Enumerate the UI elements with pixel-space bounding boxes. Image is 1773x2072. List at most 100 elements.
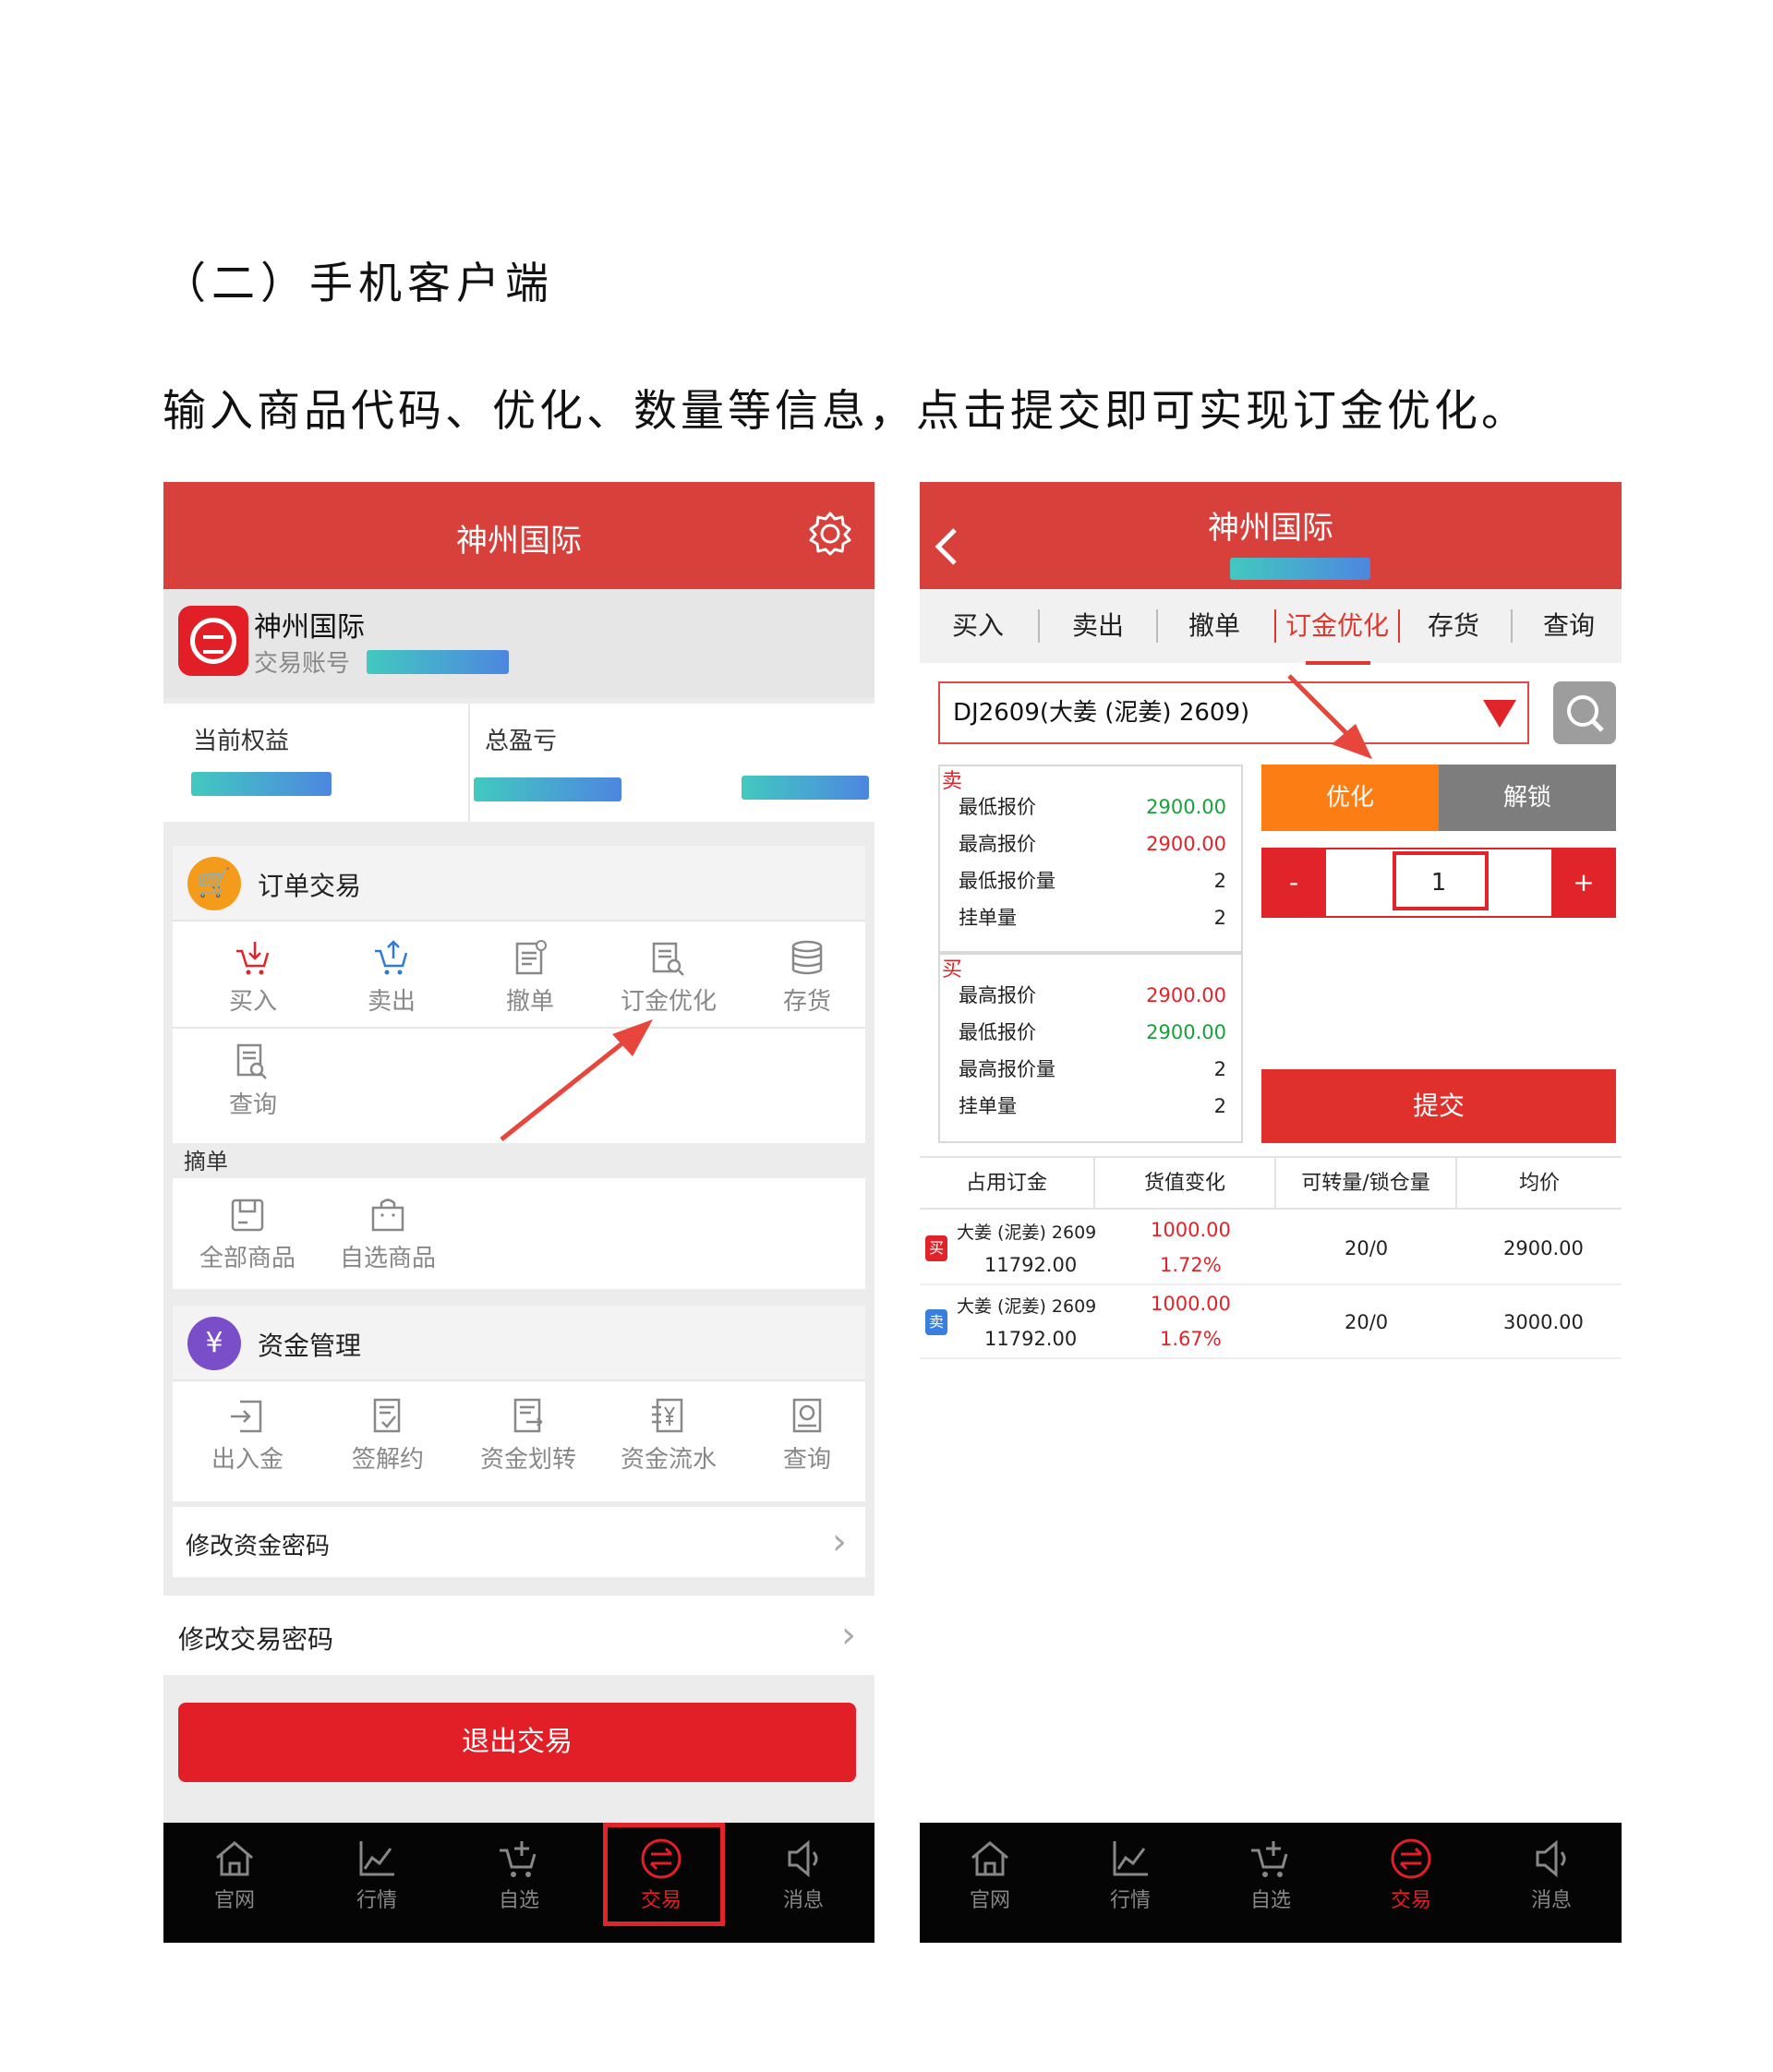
pick-item-favorites[interactable]: 自选商品 xyxy=(319,1195,457,1273)
logout-button[interactable]: 退出交易 xyxy=(178,1703,856,1782)
equity-label: 当前权益 xyxy=(193,728,290,755)
quote-row: 挂单量 2 xyxy=(959,1095,1226,1117)
database-icon xyxy=(791,940,823,975)
account-row: 神州国际 交易账号 xyxy=(163,589,874,698)
decrement-button[interactable]: - xyxy=(1261,848,1326,918)
position-deposit: 11792.00 xyxy=(984,1254,1078,1276)
order-trade-card: 🛒 订单交易 买入 卖出 撤单 订金优化 存货 查询 xyxy=(173,846,865,1143)
pnl-value-redacted xyxy=(474,777,621,801)
positions-table-header: 占用订金 货值变化 可转量/锁仓量 均价 xyxy=(920,1156,1622,1210)
yen-badge-icon: ¥ xyxy=(187,1317,241,1370)
app-header: 神州国际 xyxy=(920,482,1622,589)
optimize-button[interactable]: 优化 xyxy=(1261,765,1439,831)
tab-home[interactable]: 官网 xyxy=(920,1823,1060,1943)
position-row[interactable]: 买 大姜 (泥姜) 2609 11792.00 1000.00 1.72% 20… xyxy=(920,1211,1622,1285)
fund-item-allocate[interactable]: 资金划转 xyxy=(459,1396,597,1475)
quote-row: 最高报价 2900.00 xyxy=(959,833,1226,855)
tab-trade[interactable]: 交易 xyxy=(1341,1823,1481,1943)
account-number-redacted xyxy=(367,650,509,674)
position-row[interactable]: 卖 大姜 (泥姜) 2609 11792.00 1000.00 1.67% 20… xyxy=(920,1285,1622,1359)
position-avg-price: 2900.00 xyxy=(1503,1237,1584,1259)
tab-inventory[interactable]: 存货 xyxy=(1402,589,1505,663)
column-header: 占用订金 xyxy=(920,1158,1095,1210)
query-doc-icon xyxy=(236,1043,267,1079)
position-name: 大姜 (泥姜) 2609 xyxy=(957,1223,1097,1243)
order-item-sell[interactable]: 卖出 xyxy=(322,938,461,1017)
tab-watchlist[interactable]: 自选 xyxy=(448,1823,590,1943)
optimize-doc-icon xyxy=(652,942,684,976)
tab-label: 自选 xyxy=(1249,1889,1291,1912)
position-value-change: 1000.00 xyxy=(1151,1219,1231,1241)
tab-messages[interactable]: 消息 xyxy=(1481,1823,1622,1943)
fund-item-sign[interactable]: 签解约 xyxy=(319,1396,457,1475)
quote-row: 最高报价 2900.00 xyxy=(959,984,1226,1006)
fund-item-label: 出入金 xyxy=(211,1446,283,1474)
tab-watchlist[interactable]: 自选 xyxy=(1200,1823,1341,1943)
pick-order-label: 摘单 xyxy=(184,1149,228,1175)
order-item-deposit-optimize[interactable]: 订金优化 xyxy=(599,938,738,1017)
tab-messages[interactable]: 消息 xyxy=(732,1823,874,1943)
order-item-inventory[interactable]: 存货 xyxy=(738,938,874,1017)
change-trade-password-row[interactable]: 修改交易密码 › xyxy=(163,1596,874,1675)
submit-button[interactable]: 提交 xyxy=(1261,1069,1616,1143)
position-avg-price: 3000.00 xyxy=(1503,1311,1584,1333)
unlock-button[interactable]: 解锁 xyxy=(1439,765,1616,831)
quote-row: 最低报价 2900.00 xyxy=(959,1021,1226,1043)
cart-plus-icon xyxy=(500,1841,537,1877)
sell-quote-panel: 卖 最低报价 2900.00 最高报价 2900.00 最低报价量 2 挂单量 2 xyxy=(938,765,1243,953)
tab-cancel[interactable]: 撤单 xyxy=(1156,589,1272,663)
increment-button[interactable]: + xyxy=(1551,848,1616,918)
divider xyxy=(468,704,470,822)
tab-market[interactable]: 行情 xyxy=(1060,1823,1200,1943)
trade-tab-highlight xyxy=(603,1823,725,1926)
active-tab-underline xyxy=(1306,661,1370,665)
settings-gear-icon[interactable] xyxy=(806,510,854,558)
quote-row: 挂单量 2 xyxy=(959,907,1226,929)
column-header: 均价 xyxy=(1518,1172,1560,1195)
pick-item-all[interactable]: 全部商品 xyxy=(178,1195,317,1273)
product-select[interactable]: DJ2609(大姜 (泥姜) 2609) xyxy=(938,681,1529,744)
chevron-right-icon: › xyxy=(841,1614,856,1656)
app-header: 神州国际 xyxy=(163,482,874,589)
order-item-label: 查询 xyxy=(228,1091,277,1119)
tab-buy[interactable]: 买入 xyxy=(920,589,1036,663)
fund-item-transfer-in-out[interactable]: 出入金 xyxy=(178,1396,317,1475)
quote-row: 最低报价量 2 xyxy=(959,870,1226,892)
pnl-extra-redacted xyxy=(742,776,869,800)
home-icon xyxy=(971,1841,1008,1876)
search-doc-icon xyxy=(792,1398,822,1433)
intro-paragraph: 输入商品代码、优化、数量等信息，点击提交即可实现订金优化。 xyxy=(163,386,1528,437)
order-item-buy[interactable]: 买入 xyxy=(184,938,322,1017)
bottom-tab-bar: 官网 行情 自选 交易 消息 xyxy=(163,1823,874,1943)
fund-item-flow[interactable]: 资金流水 xyxy=(599,1396,738,1475)
pnl-label: 总盈亏 xyxy=(485,728,558,755)
fund-section-title: ¥ 资金管理 xyxy=(173,1306,865,1379)
order-item-label: 卖出 xyxy=(367,988,416,1016)
column-header: 可转量/锁仓量 xyxy=(1276,1158,1457,1210)
tab-label: 消息 xyxy=(782,1889,824,1912)
quote-row: 最高报价量 2 xyxy=(959,1058,1226,1080)
order-item-cancel[interactable]: 撤单 xyxy=(461,938,599,1017)
tab-label: 行情 xyxy=(1109,1889,1151,1912)
chevron-right-icon: › xyxy=(832,1521,847,1563)
tab-sell[interactable]: 卖出 xyxy=(1040,589,1156,663)
equity-value-redacted xyxy=(191,772,332,796)
bottom-tab-bar: 官网 行情 自选 交易 消息 xyxy=(920,1823,1622,1943)
tab-market[interactable]: 行情 xyxy=(306,1823,448,1943)
change-fund-password-row[interactable]: 修改资金密码 › xyxy=(173,1507,865,1577)
fund-item-query[interactable]: 查询 xyxy=(738,1396,874,1475)
quote-row: 最低报价 2900.00 xyxy=(959,796,1226,818)
order-section-title: 🛒 订单交易 xyxy=(173,846,865,920)
search-icon xyxy=(1567,695,1604,732)
tab-home[interactable]: 官网 xyxy=(163,1823,306,1943)
order-section-label: 订单交易 xyxy=(258,871,362,901)
transfer-doc-icon xyxy=(513,1398,543,1433)
order-item-query[interactable]: 查询 xyxy=(184,1042,322,1120)
chart-line-icon xyxy=(359,1841,394,1876)
tab-deposit-optimize[interactable]: 订金优化 xyxy=(1272,589,1402,663)
order-item-label: 撤单 xyxy=(505,988,554,1016)
tab-query[interactable]: 查询 xyxy=(1511,589,1622,663)
home-icon xyxy=(216,1841,253,1876)
column-header: 货值变化 xyxy=(1095,1158,1276,1210)
search-button[interactable] xyxy=(1553,681,1616,744)
